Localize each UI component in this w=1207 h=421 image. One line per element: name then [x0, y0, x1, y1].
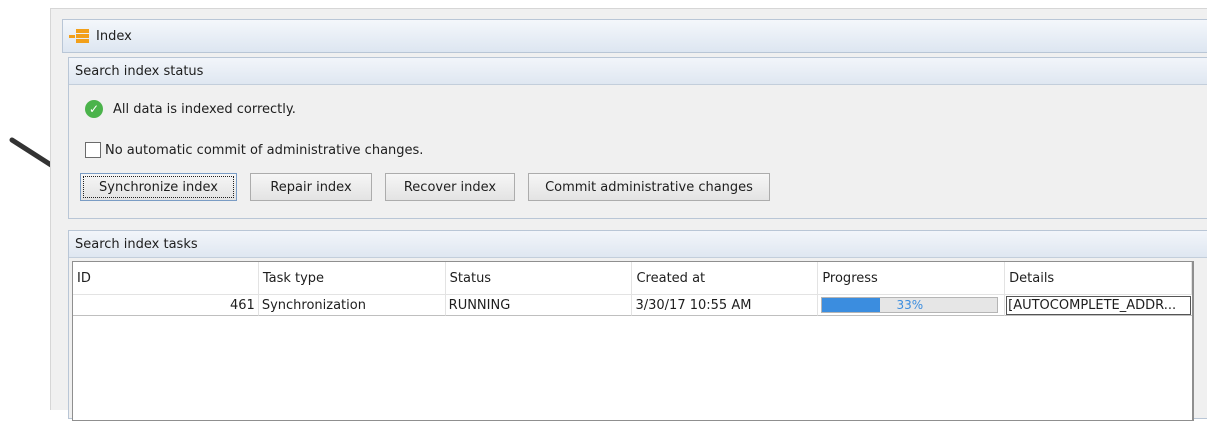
search-index-status-group: Search index status ✓ All data is indexe… [68, 57, 1207, 219]
index-window: Index Search index status ✓ All data is … [50, 8, 1207, 421]
column-header-task-type[interactable]: Task type [259, 262, 446, 294]
index-status-text: All data is indexed correctly. [113, 101, 296, 117]
cell-status[interactable]: RUNNING [445, 295, 633, 316]
column-header-progress[interactable]: Progress [818, 262, 1006, 294]
auto-commit-checkbox[interactable] [85, 142, 101, 158]
repair-index-button[interactable]: Repair index [250, 173, 372, 201]
status-button-row: Synchronize index Repair index Recover i… [80, 173, 783, 201]
table-row[interactable]: 461 Synchronization RUNNING 3/30/17 10:5… [73, 295, 1192, 316]
cell-task-type[interactable]: Synchronization [258, 295, 446, 316]
column-header-created-at[interactable]: Created at [632, 262, 819, 294]
status-group-header: Search index status [69, 58, 1207, 85]
column-header-details[interactable]: Details [1005, 262, 1192, 294]
check-circle-icon: ✓ [85, 100, 103, 118]
cell-details[interactable]: [AUTOCOMPLETE_ADDR... [1005, 295, 1192, 316]
window-title: Index [96, 28, 132, 44]
tasks-group-header: Search index tasks [69, 231, 1207, 258]
cell-created-at[interactable]: 3/30/17 10:55 AM [632, 295, 819, 316]
auto-commit-label[interactable]: No automatic commit of administrative ch… [105, 143, 423, 158]
window-titlebar: Index [62, 19, 1207, 53]
commit-administrative-changes-button[interactable]: Commit administrative changes [528, 173, 770, 201]
recover-index-button[interactable]: Recover index [385, 173, 515, 201]
tasks-table-header: ID Task type Status Created at Progress … [73, 262, 1192, 295]
auto-commit-option[interactable]: No automatic commit of administrative ch… [85, 142, 423, 158]
progress-bar: 33% [821, 297, 999, 313]
synchronize-index-button[interactable]: Synchronize index [80, 173, 237, 201]
tasks-table[interactable]: ID Task type Status Created at Progress … [72, 261, 1194, 421]
search-index-tasks-group: Search index tasks ID Task type Status C… [68, 230, 1207, 421]
column-header-status[interactable]: Status [446, 262, 633, 294]
column-header-id[interactable]: ID [73, 262, 259, 294]
index-status-line: ✓ All data is indexed correctly. [85, 100, 296, 118]
cell-progress[interactable]: 33% [818, 295, 1006, 316]
cell-id[interactable]: 461 [73, 295, 259, 316]
progress-percent: 33% [896, 298, 924, 312]
index-app-icon [69, 28, 90, 44]
